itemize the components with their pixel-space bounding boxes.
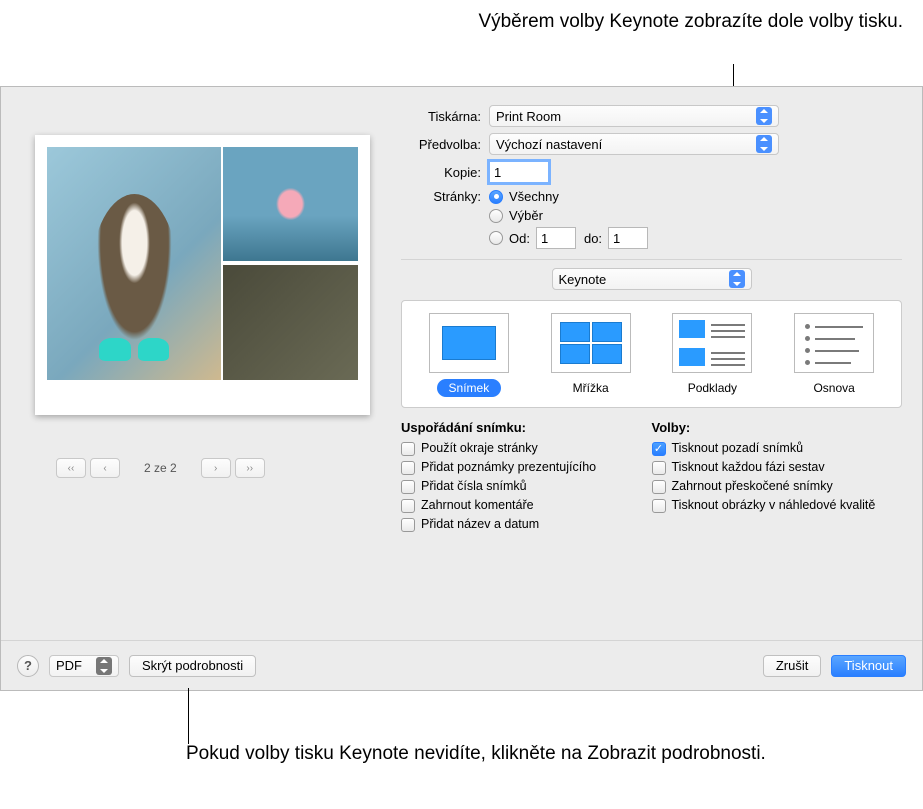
layout-handouts-icon xyxy=(672,313,752,373)
app-options-value: Keynote xyxy=(559,272,607,287)
chk-margins-label: Použít okraje stránky xyxy=(421,441,538,455)
chk-draft-label: Tisknout obrázky v náhledové kvalitě xyxy=(672,498,876,512)
chk-comments-label: Zahrnout komentáře xyxy=(421,498,534,512)
dropdown-icon xyxy=(729,270,745,288)
pager: ‹‹ ‹ 2 ze 2 › ›› xyxy=(56,458,265,478)
print-dialog: ‹‹ ‹ 2 ze 2 › ›› Tiskárna: Print Room Př… xyxy=(0,86,923,691)
slide-arrangement-heading: Uspořádání snímku: xyxy=(401,420,652,435)
page-indicator: 2 ze 2 xyxy=(144,461,177,475)
printer-select[interactable]: Print Room xyxy=(489,105,779,127)
pages-from-label: Od: xyxy=(509,231,530,246)
preview-thumbnail xyxy=(35,135,370,415)
last-page-button[interactable]: ›› xyxy=(235,458,265,478)
pages-range-radio[interactable] xyxy=(489,231,503,245)
callout-line-bottom xyxy=(188,688,189,744)
bottom-bar: ? PDF Skrýt podrobnosti Zrušit Tisknout xyxy=(1,640,922,690)
cancel-button[interactable]: Zrušit xyxy=(763,655,822,677)
print-label: Tisknout xyxy=(844,658,893,673)
dropdown-icon xyxy=(96,657,112,675)
pages-to-input[interactable] xyxy=(608,227,648,249)
dropdown-icon xyxy=(756,135,772,153)
layout-outline[interactable]: Osnova xyxy=(784,309,884,401)
pages-all-radio[interactable] xyxy=(489,190,503,204)
pages-selection-radio[interactable] xyxy=(489,209,503,223)
help-button[interactable]: ? xyxy=(17,655,39,677)
first-page-button[interactable]: ‹‹ xyxy=(56,458,86,478)
chk-notes[interactable] xyxy=(401,461,415,475)
chk-draft[interactable] xyxy=(652,499,666,513)
chk-numbers-label: Přidat čísla snímků xyxy=(421,479,527,493)
chk-skipped-label: Zahrnout přeskočené snímky xyxy=(672,479,833,493)
preset-value: Výchozí nastavení xyxy=(496,137,602,152)
layout-grid[interactable]: Mřížka xyxy=(541,309,641,401)
pages-selection-label: Výběr xyxy=(509,208,543,223)
layout-chooser: Snímek Mřížka Podklady xyxy=(401,300,902,408)
layout-handouts[interactable]: Podklady xyxy=(662,309,762,401)
chk-skipped[interactable] xyxy=(652,480,666,494)
pages-label: Stránky: xyxy=(401,189,481,204)
pages-all-label: Všechny xyxy=(509,189,559,204)
layout-slide-icon xyxy=(429,313,509,373)
callout-bottom: Pokud volby tisku Keynote nevidíte, klik… xyxy=(186,742,766,767)
preview-photo-3 xyxy=(223,265,358,380)
chk-namedate-label: Přidat název a datum xyxy=(421,517,539,531)
next-page-button[interactable]: › xyxy=(201,458,231,478)
layout-outline-icon xyxy=(794,313,874,373)
hide-details-button[interactable]: Skrýt podrobnosti xyxy=(129,655,256,677)
copies-label: Kopie: xyxy=(401,165,481,180)
options-heading: Volby: xyxy=(652,420,903,435)
pdf-menu[interactable]: PDF xyxy=(49,655,119,677)
pages-to-label: do: xyxy=(584,231,602,246)
prev-page-button[interactable]: ‹ xyxy=(90,458,120,478)
layout-slide-label: Snímek xyxy=(437,379,502,397)
chk-backgrounds[interactable] xyxy=(652,442,666,456)
preset-select[interactable]: Výchozí nastavení xyxy=(489,133,779,155)
chk-builds[interactable] xyxy=(652,461,666,475)
layout-slide[interactable]: Snímek xyxy=(419,309,519,401)
layout-grid-icon xyxy=(551,313,631,373)
layout-grid-label: Mřížka xyxy=(561,379,621,397)
preview-photo-1 xyxy=(47,147,221,380)
pages-from-input[interactable] xyxy=(536,227,576,249)
divider xyxy=(401,259,902,260)
print-button[interactable]: Tisknout xyxy=(831,655,906,677)
chk-namedate[interactable] xyxy=(401,518,415,532)
dropdown-icon xyxy=(756,107,772,125)
chk-margins[interactable] xyxy=(401,442,415,456)
chk-numbers[interactable] xyxy=(401,480,415,494)
preview-photo-2 xyxy=(223,147,358,261)
printer-value: Print Room xyxy=(496,109,561,124)
preset-label: Předvolba: xyxy=(401,137,481,152)
chk-notes-label: Přidat poznámky prezentujícího xyxy=(421,460,596,474)
layout-handouts-label: Podklady xyxy=(676,379,749,397)
layout-outline-label: Osnova xyxy=(801,379,866,397)
pdf-menu-label: PDF xyxy=(56,658,82,673)
callout-top: Výběrem volby Keynote zobrazíte dole vol… xyxy=(403,10,903,35)
chk-comments[interactable] xyxy=(401,499,415,513)
app-options-select[interactable]: Keynote xyxy=(552,268,752,290)
hide-details-label: Skrýt podrobnosti xyxy=(142,658,243,673)
cancel-label: Zrušit xyxy=(776,658,809,673)
chk-backgrounds-label: Tisknout pozadí snímků xyxy=(672,441,804,455)
copies-input[interactable] xyxy=(489,161,549,183)
printer-label: Tiskárna: xyxy=(401,109,481,124)
chk-builds-label: Tisknout každou fázi sestav xyxy=(672,460,825,474)
